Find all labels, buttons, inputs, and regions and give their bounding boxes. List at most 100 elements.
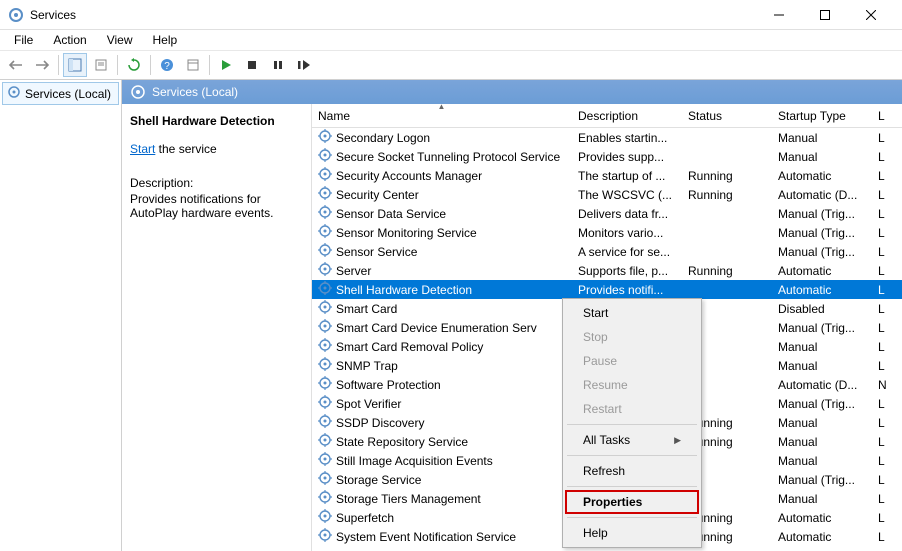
close-button[interactable] [848, 0, 894, 30]
service-row[interactable]: Sensor Data ServiceDelivers data fr...Ma… [312, 204, 902, 223]
stop-service-button[interactable] [240, 53, 264, 77]
pause-service-button[interactable] [266, 53, 290, 77]
service-row[interactable]: Sensor ServiceA service for se...Manual … [312, 242, 902, 261]
gear-icon [318, 338, 332, 355]
gear-icon [318, 205, 332, 222]
service-startup: Manual [772, 340, 872, 354]
service-desc: Provides supp... [572, 150, 682, 164]
service-row[interactable]: Security Accounts ManagerThe startup of … [312, 166, 902, 185]
column-description[interactable]: Description [572, 104, 682, 127]
service-row[interactable]: Sensor Monitoring ServiceMonitors vario.… [312, 223, 902, 242]
content: Shell Hardware Detection Start the servi… [122, 104, 902, 551]
service-startup: Automatic (D... [772, 378, 872, 392]
cm-pause: Pause [565, 349, 699, 373]
gear-icon [318, 357, 332, 374]
back-button[interactable] [4, 53, 28, 77]
cm-separator [567, 517, 697, 518]
service-startup: Manual [772, 492, 872, 506]
service-startup: Automatic [772, 169, 872, 183]
description-label: Description: [130, 176, 303, 190]
service-name: State Repository Service [336, 435, 468, 449]
gear-icon [318, 129, 332, 146]
tree-pane: Services (Local) [0, 80, 122, 551]
service-name: Secondary Logon [336, 131, 430, 145]
menu-view[interactable]: View [99, 31, 141, 49]
service-desc: Provides notifi... [572, 283, 682, 297]
service-row[interactable]: Security CenterThe WSCSVC (...RunningAut… [312, 185, 902, 204]
content-header-title: Services (Local) [152, 85, 238, 99]
service-row[interactable]: Shell Hardware Detection Provides notifi.… [312, 280, 902, 299]
toolbar-separator [150, 55, 151, 75]
refresh-button[interactable] [122, 53, 146, 77]
column-logon[interactable]: L [872, 104, 902, 127]
show-hide-tree-button[interactable] [63, 53, 87, 77]
cm-start[interactable]: Start [565, 301, 699, 325]
menu-file[interactable]: File [6, 31, 41, 49]
service-row[interactable]: Secondary LogonEnables startin...ManualL [312, 128, 902, 147]
menu-help[interactable]: Help [145, 31, 186, 49]
service-startup: Automatic [772, 530, 872, 544]
cm-refresh[interactable]: Refresh [565, 459, 699, 483]
service-logon: L [872, 397, 902, 411]
tree-root-services-local[interactable]: Services (Local) [2, 82, 119, 105]
cm-separator [567, 486, 697, 487]
column-status[interactable]: Status [682, 104, 772, 127]
service-logon: L [872, 492, 902, 506]
service-logon: L [872, 226, 902, 240]
toolbar-separator [209, 55, 210, 75]
service-startup: Manual [772, 150, 872, 164]
start-service-button[interactable] [214, 53, 238, 77]
service-startup: Manual [772, 359, 872, 373]
cm-restart: Restart [565, 397, 699, 421]
gear-icon [318, 281, 332, 298]
window-controls [756, 0, 894, 30]
cm-all-tasks[interactable]: All Tasks ▶ [565, 428, 699, 452]
service-startup: Automatic (D... [772, 188, 872, 202]
cm-help[interactable]: Help [565, 521, 699, 545]
app-icon [8, 7, 24, 23]
service-name: SNMP Trap [336, 359, 398, 373]
service-startup: Manual (Trig... [772, 321, 872, 335]
gear-icon [318, 319, 332, 336]
column-startup-type[interactable]: Startup Type [772, 104, 872, 127]
restart-service-button[interactable] [292, 53, 316, 77]
export-list-button[interactable] [89, 53, 113, 77]
content-header: Services (Local) [122, 80, 902, 104]
menu-action[interactable]: Action [45, 31, 94, 49]
properties-button[interactable] [181, 53, 205, 77]
window-title: Services [30, 8, 756, 22]
service-name: Security Center [336, 188, 419, 202]
service-logon: L [872, 131, 902, 145]
minimize-button[interactable] [756, 0, 802, 30]
service-name: Smart Card Removal Policy [336, 340, 483, 354]
column-name[interactable]: ▲ Name [312, 104, 572, 127]
service-status: Running [682, 264, 772, 278]
service-logon: L [872, 264, 902, 278]
cm-properties[interactable]: Properties [565, 490, 699, 514]
service-logon: L [872, 150, 902, 164]
gear-icon [318, 490, 332, 507]
sort-ascending-icon: ▲ [438, 104, 446, 111]
service-name: Security Accounts Manager [336, 169, 482, 183]
detail-pane: Shell Hardware Detection Start the servi… [122, 104, 312, 551]
service-logon: L [872, 416, 902, 430]
service-logon: L [872, 207, 902, 221]
service-desc: Enables startin... [572, 131, 682, 145]
service-name: Superfetch [336, 511, 394, 525]
help-button[interactable]: ? [155, 53, 179, 77]
service-action-line: Start the service [130, 142, 303, 156]
main-area: Services (Local) Services (Local) Shell … [0, 80, 902, 551]
services-icon [130, 84, 146, 100]
service-row[interactable]: ServerSupports file, p...RunningAutomati… [312, 261, 902, 280]
menubar: File Action View Help [0, 30, 902, 50]
start-service-link[interactable]: Start [130, 142, 155, 156]
gear-icon [318, 243, 332, 260]
service-name: Shell Hardware Detection [336, 283, 472, 297]
right-pane: Services (Local) Shell Hardware Detectio… [122, 80, 902, 551]
service-startup: Disabled [772, 302, 872, 316]
service-name: Spot Verifier [336, 397, 401, 411]
gear-icon [318, 186, 332, 203]
maximize-button[interactable] [802, 0, 848, 30]
service-row[interactable]: Secure Socket Tunneling Protocol Service… [312, 147, 902, 166]
forward-button[interactable] [30, 53, 54, 77]
